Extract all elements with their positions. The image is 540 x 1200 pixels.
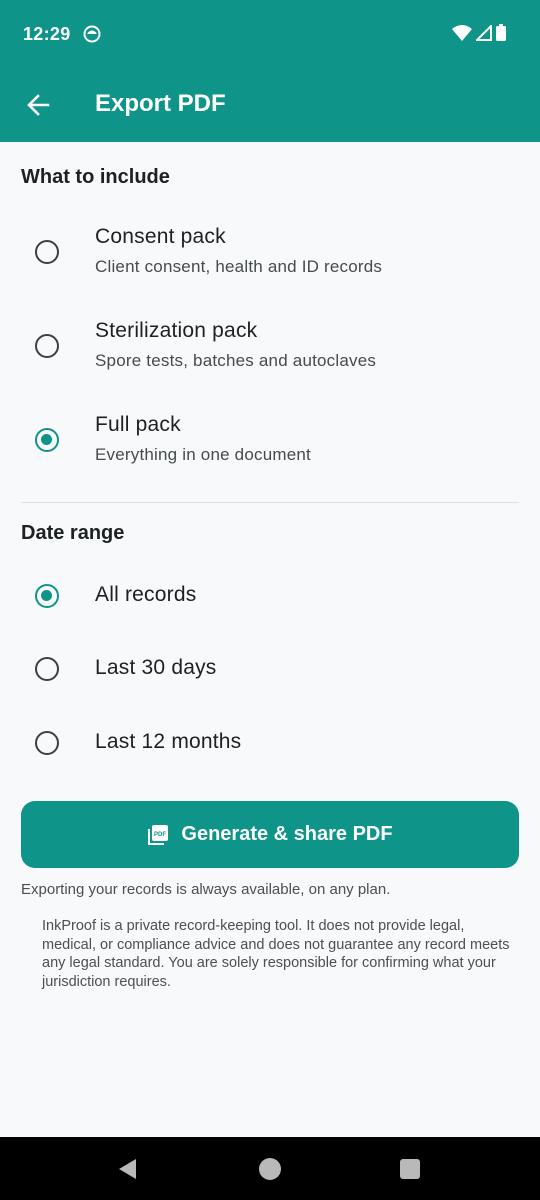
option-subtitle: Everything in one document (95, 445, 311, 464)
nav-back-button[interactable] (98, 1137, 158, 1200)
radio-full-pack[interactable] (35, 428, 59, 452)
option-all-records[interactable]: All records (0, 567, 540, 623)
nav-home-button[interactable] (240, 1137, 300, 1200)
app-notification-icon (83, 25, 101, 43)
status-icons (452, 24, 506, 41)
nav-back-icon (119, 1158, 136, 1179)
radio-consent-pack[interactable] (35, 240, 59, 264)
export-note: Exporting your records is always availab… (21, 881, 391, 898)
wifi-icon (452, 24, 472, 41)
radio-last-30-days[interactable] (35, 657, 59, 681)
radio-all-records[interactable] (35, 584, 59, 608)
section-divider (21, 502, 519, 503)
option-subtitle: Spore tests, batches and autoclaves (95, 351, 377, 370)
option-title: Last 30 days (95, 656, 217, 679)
option-title: Consent pack (95, 225, 226, 248)
nav-recents-button[interactable] (380, 1137, 440, 1200)
option-title: Last 12 months (95, 730, 242, 753)
system-nav-bar (0, 1137, 540, 1200)
option-sterilization-pack[interactable]: Sterilization pack Spore tests, batches … (0, 313, 540, 397)
nav-recents-icon (400, 1158, 420, 1179)
option-full-pack[interactable]: Full pack Everything in one document (0, 408, 540, 492)
back-button[interactable] (14, 81, 62, 129)
app-bar: Export PDF (0, 68, 540, 142)
svg-text:PDF: PDF (154, 832, 166, 838)
option-last-12-months[interactable]: Last 12 months (0, 714, 540, 770)
date-section-title: Date range (21, 522, 125, 544)
arrow-back-icon (27, 94, 50, 116)
generate-share-pdf-button[interactable]: PDF Generate & share PDF (21, 801, 519, 868)
include-section-title: What to include (21, 166, 170, 188)
legal-disclaimer: InkProof is a private record-keeping too… (42, 918, 510, 990)
status-bar: 12:29 (0, 0, 540, 68)
cell-signal-icon (476, 24, 492, 41)
generate-button-label: Generate & share PDF (181, 823, 393, 845)
page-title: Export PDF (95, 90, 226, 117)
option-subtitle: Client consent, health and ID records (95, 257, 383, 276)
option-title: Full pack (95, 413, 181, 436)
radio-last-12-months[interactable] (35, 731, 59, 755)
battery-icon (496, 24, 506, 41)
option-consent-pack[interactable]: Consent pack Client consent, health and … (0, 218, 540, 302)
radio-sterilization-pack[interactable] (35, 334, 59, 358)
nav-home-icon (259, 1157, 281, 1180)
pdf-icon: PDF (148, 824, 169, 845)
option-title: All records (95, 583, 197, 606)
option-last-30-days[interactable]: Last 30 days (0, 640, 540, 696)
option-title: Sterilization pack (95, 319, 258, 342)
status-time: 12:29 (23, 24, 71, 44)
